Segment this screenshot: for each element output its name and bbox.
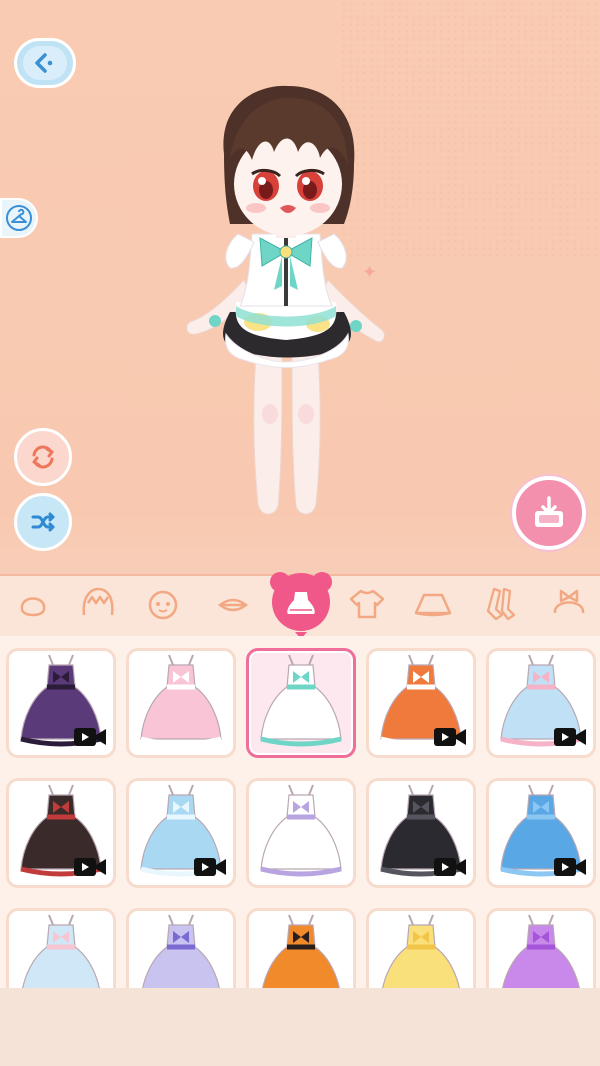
category-expression[interactable]: [140, 582, 186, 626]
category-top[interactable]: [344, 582, 390, 626]
category-dress-active[interactable]: [268, 570, 334, 640]
rotate-icon: [32, 445, 54, 469]
outfit-card-orange-school-uniform[interactable]: [366, 648, 476, 758]
lavender-ruffle-dress-icon: [142, 914, 220, 988]
category-mouth[interactable]: [210, 582, 256, 626]
save-button[interactable]: [512, 476, 586, 550]
outfit-card-purple-gothic-dress[interactable]: [6, 648, 116, 758]
outfit-card-pink-maid-dress[interactable]: [126, 648, 236, 758]
outfit-grid: [0, 636, 600, 988]
headwear-icon: [553, 589, 585, 614]
outfit-card-yellow-ball-gown[interactable]: [366, 908, 476, 988]
outfit-card-blue-feather-dress[interactable]: [486, 778, 596, 888]
outfit-card-blue-princess-gown[interactable]: [126, 778, 236, 888]
socks-icon: [486, 587, 516, 621]
save-download-icon: [535, 496, 563, 527]
rotate-button[interactable]: [14, 428, 72, 486]
skirt-icon: [414, 593, 452, 617]
category-headwear[interactable]: [546, 582, 592, 626]
category-skirt[interactable]: [410, 582, 456, 626]
top-icon: [349, 589, 385, 619]
game-screen: { "colors": { "background": "#f9cbb2", "…: [0, 0, 600, 1066]
video-ad-icon: [434, 728, 466, 746]
shuffle-button[interactable]: [14, 493, 72, 551]
back-button[interactable]: [14, 38, 76, 88]
outfit-card-red-strawberry-dress[interactable]: [6, 778, 116, 888]
outfit-card-pastel-bear-dress[interactable]: [6, 908, 116, 988]
outfit-card-white-lace-dress[interactable]: [246, 778, 356, 888]
outfit-card-pastel-lolita-dress[interactable]: [486, 648, 596, 758]
expression-icon: [148, 590, 178, 620]
video-ad-icon: [74, 858, 106, 876]
category-socks[interactable]: [478, 582, 524, 626]
bottom-panel: [0, 988, 600, 1066]
wardrobe-button[interactable]: [0, 198, 38, 238]
outfit-card-violet-ball-gown[interactable]: [486, 908, 596, 988]
face-icon: [20, 597, 46, 617]
mint-ribbon-dress-icon: [260, 654, 342, 747]
pink-maid-dress-icon: [140, 654, 222, 747]
dress-icon: [270, 572, 332, 639]
character-stage: ✦: [0, 0, 600, 575]
hair-icon: [82, 587, 114, 616]
category-face[interactable]: [10, 582, 56, 626]
video-ad-icon: [434, 858, 466, 876]
white-lace-dress-icon: [260, 784, 342, 877]
pastel-bear-dress-icon: [22, 914, 100, 988]
doll-character[interactable]: [178, 84, 394, 530]
outfit-card-halloween-pumpkin-dress[interactable]: [246, 908, 356, 988]
hanger-icon: [6, 205, 32, 231]
shuffle-icon: [31, 512, 55, 532]
category-hair[interactable]: [75, 582, 121, 626]
outfit-card-lavender-ruffle-dress[interactable]: [126, 908, 236, 988]
outfit-card-mint-ribbon-dress[interactable]: [246, 648, 356, 758]
outfit-card-black-sparkle-dress[interactable]: [366, 778, 476, 888]
video-ad-icon: [554, 728, 586, 746]
violet-ball-gown-icon: [502, 914, 580, 988]
mouth-icon: [217, 598, 249, 612]
yellow-ball-gown-icon: [382, 914, 460, 988]
halloween-pumpkin-dress-icon: [262, 914, 340, 988]
video-ad-icon: [194, 858, 226, 876]
back-arrow-icon: [35, 53, 53, 73]
video-ad-icon: [554, 858, 586, 876]
video-ad-icon: [74, 728, 106, 746]
